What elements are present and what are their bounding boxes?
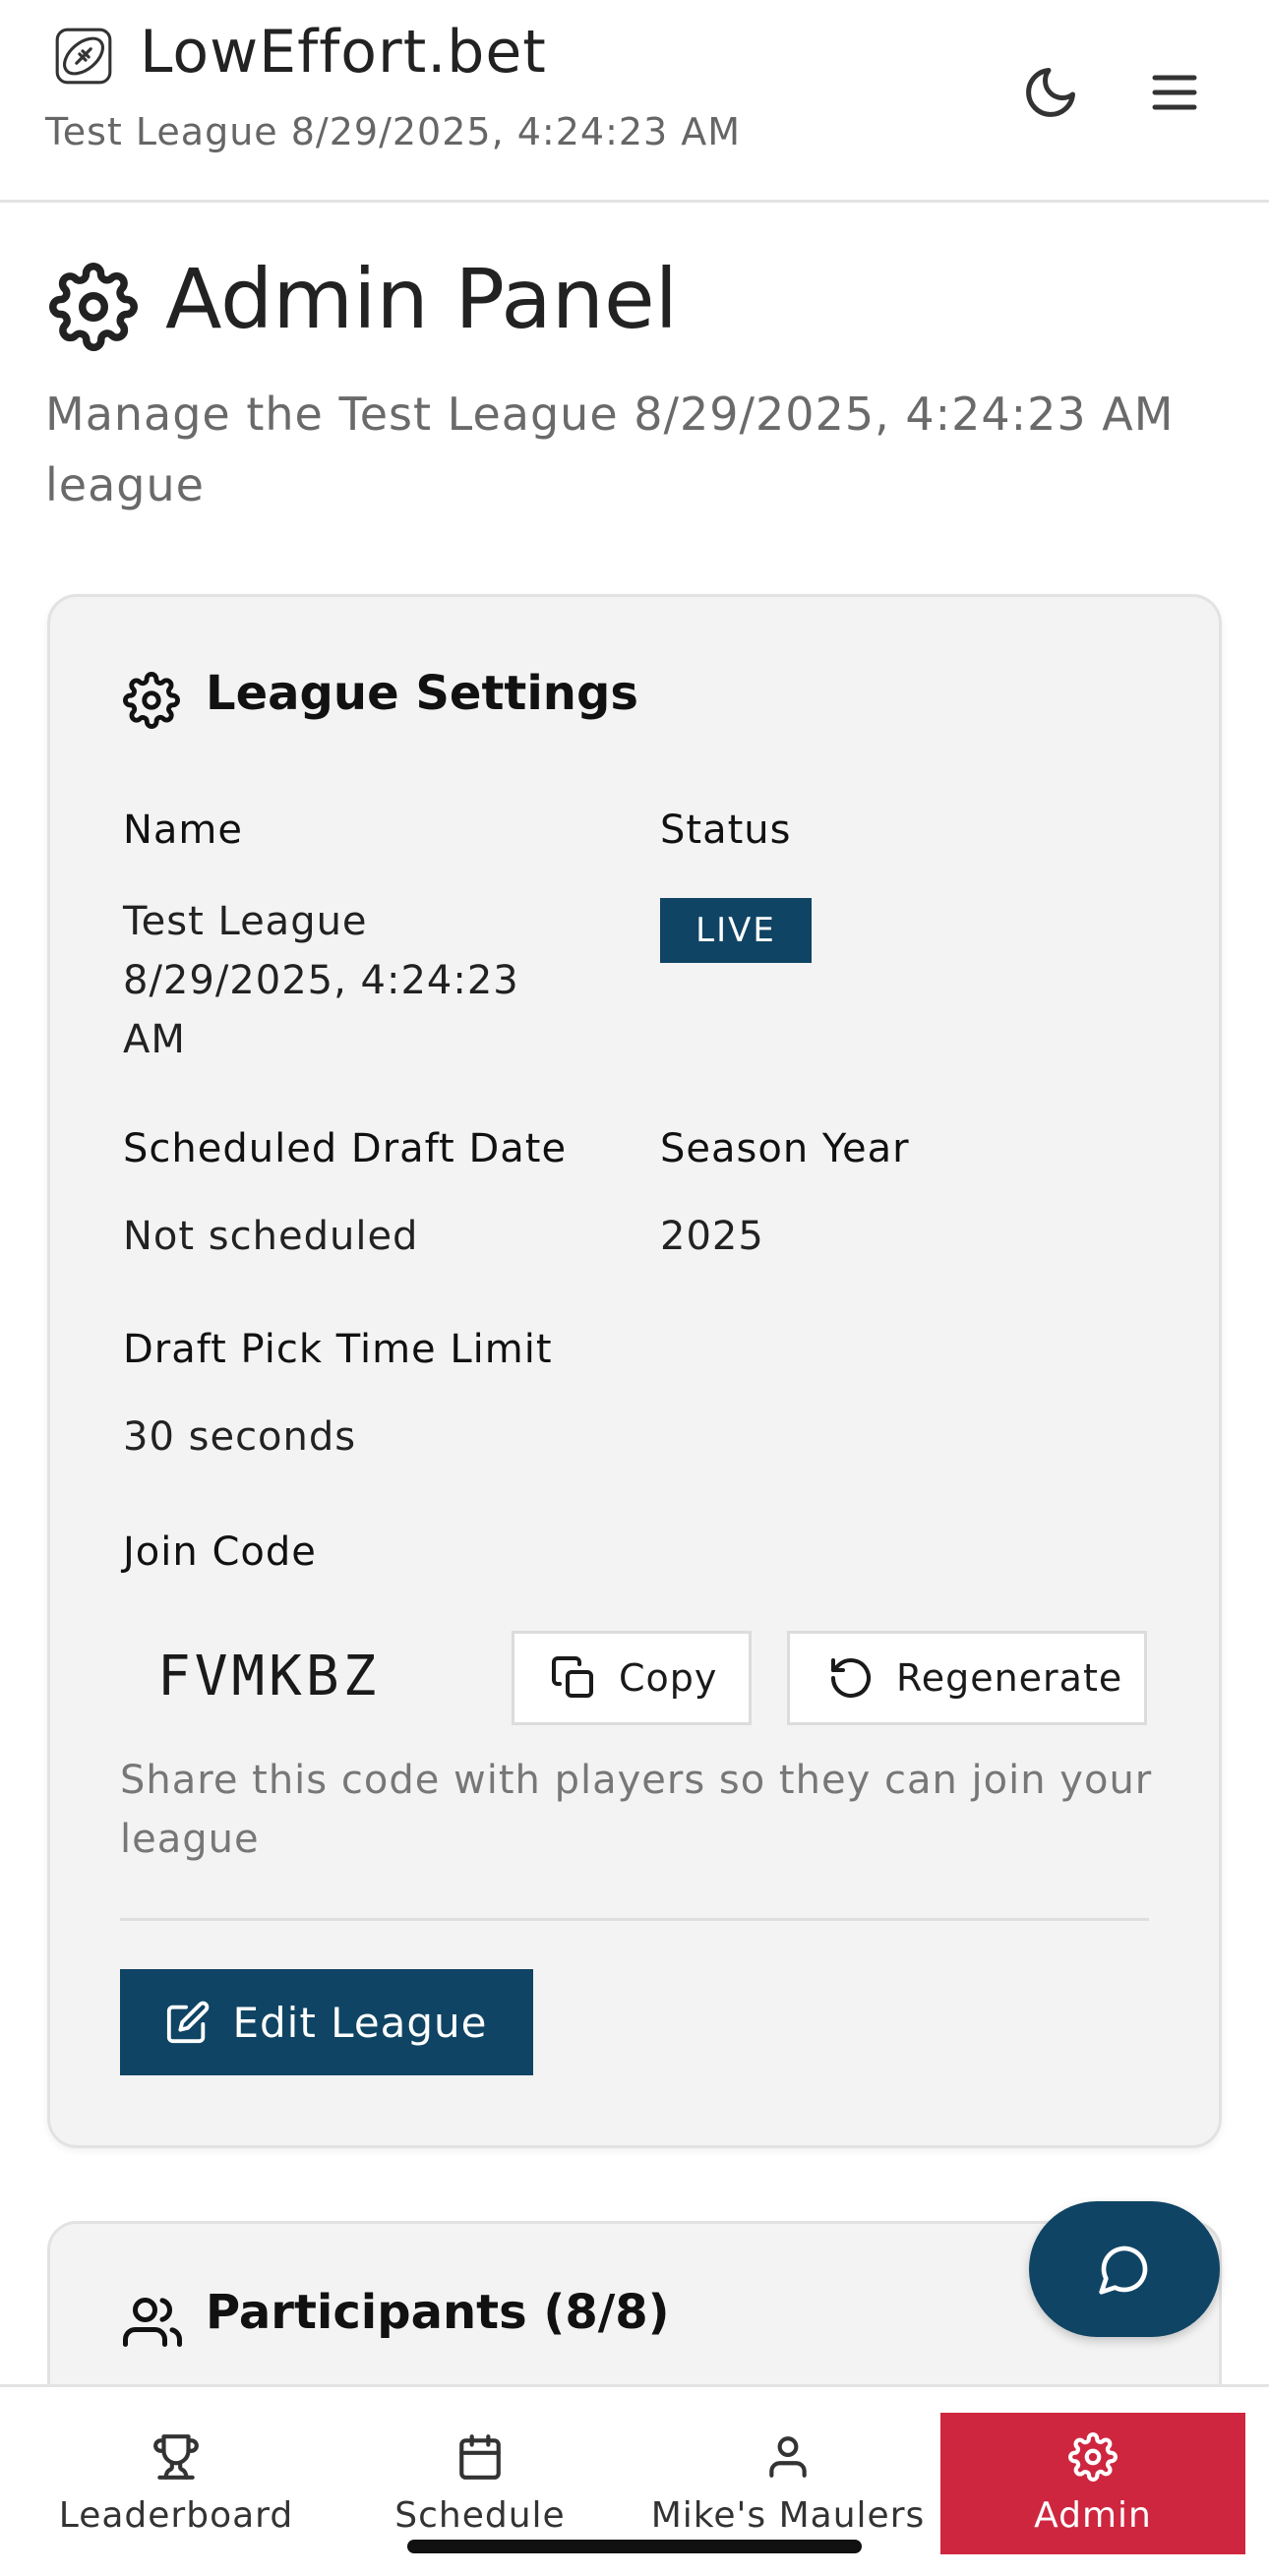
home-indicator <box>407 2540 862 2553</box>
nav-leaderboard-label: Leaderboard <box>58 2494 294 2536</box>
copy-button[interactable]: Copy <box>512 1631 752 1725</box>
regenerate-button[interactable]: Regenerate <box>787 1631 1147 1725</box>
copy-icon <box>552 1656 593 1698</box>
league-name-header: Test League 8/29/2025, 4:24:23 AM <box>45 110 742 153</box>
copy-label: Copy <box>619 1656 718 1700</box>
page-title: Admin Panel <box>165 251 679 347</box>
name-value: Test League 8/29/2025, 4:24:23 AM <box>123 899 519 1062</box>
share-note: Share this code with players so they can… <box>120 1758 1153 1862</box>
nav-team[interactable]: Mike's Maulers <box>635 2413 940 2554</box>
divider <box>120 1918 1149 1921</box>
join-code-label: Join Code <box>123 1529 317 1575</box>
nav-team-label: Mike's Maulers <box>650 2494 926 2536</box>
name-label: Name <box>123 808 244 853</box>
status-label: Status <box>660 808 792 853</box>
user-icon <box>769 2435 807 2478</box>
brand-name[interactable]: LowEffort.bet <box>140 18 547 87</box>
card-title: League Settings <box>206 666 638 721</box>
gear-icon <box>123 672 180 729</box>
chat-icon <box>1099 2246 1148 2295</box>
league-settings-card: League Settings Name Test League 8/29/20… <box>47 594 1222 2148</box>
chat-button[interactable] <box>1029 2201 1220 2337</box>
draft-date-value: Not scheduled <box>123 1214 419 1259</box>
pick-limit-label: Draft Pick Time Limit <box>123 1327 553 1372</box>
nav-admin[interactable]: Admin <box>940 2413 1245 2554</box>
edit-icon <box>167 2001 210 2044</box>
calendar-icon <box>459 2433 501 2480</box>
pick-limit-value: 30 seconds <box>123 1414 357 1460</box>
trophy-icon <box>153 2433 199 2480</box>
draft-date-label: Scheduled Draft Date <box>123 1126 568 1171</box>
app-header: LowEffort.bet Test League 8/29/2025, 4:2… <box>0 0 1269 203</box>
regenerate-label: Regenerate <box>896 1656 1123 1700</box>
nav-schedule-label: Schedule <box>394 2494 566 2536</box>
gear-icon <box>1068 2431 1118 2482</box>
hamburger-menu-icon[interactable] <box>1145 63 1204 122</box>
participants-title: Participants (8/8) <box>206 2285 670 2340</box>
season-year-label: Season Year <box>660 1126 910 1171</box>
edit-league-label: Edit League <box>232 1998 488 2047</box>
football-icon[interactable] <box>51 24 116 89</box>
status-badge: LIVE <box>660 898 812 963</box>
nav-leaderboard[interactable]: Leaderboard <box>30 2413 323 2554</box>
nav-schedule[interactable]: Schedule <box>334 2413 626 2554</box>
moon-icon[interactable] <box>1021 63 1080 122</box>
rotate-ccw-icon <box>831 1658 871 1699</box>
page-description: Manage the Test League 8/29/2025, 4:24:2… <box>45 388 1175 511</box>
season-year-value: 2025 <box>660 1214 764 1259</box>
gear-icon <box>49 263 138 351</box>
edit-league-button[interactable]: Edit League <box>120 1969 533 2075</box>
nav-admin-label: Admin <box>1034 2494 1152 2536</box>
users-icon <box>123 2298 182 2347</box>
join-code-value: FVMKBZ <box>157 1645 381 1708</box>
